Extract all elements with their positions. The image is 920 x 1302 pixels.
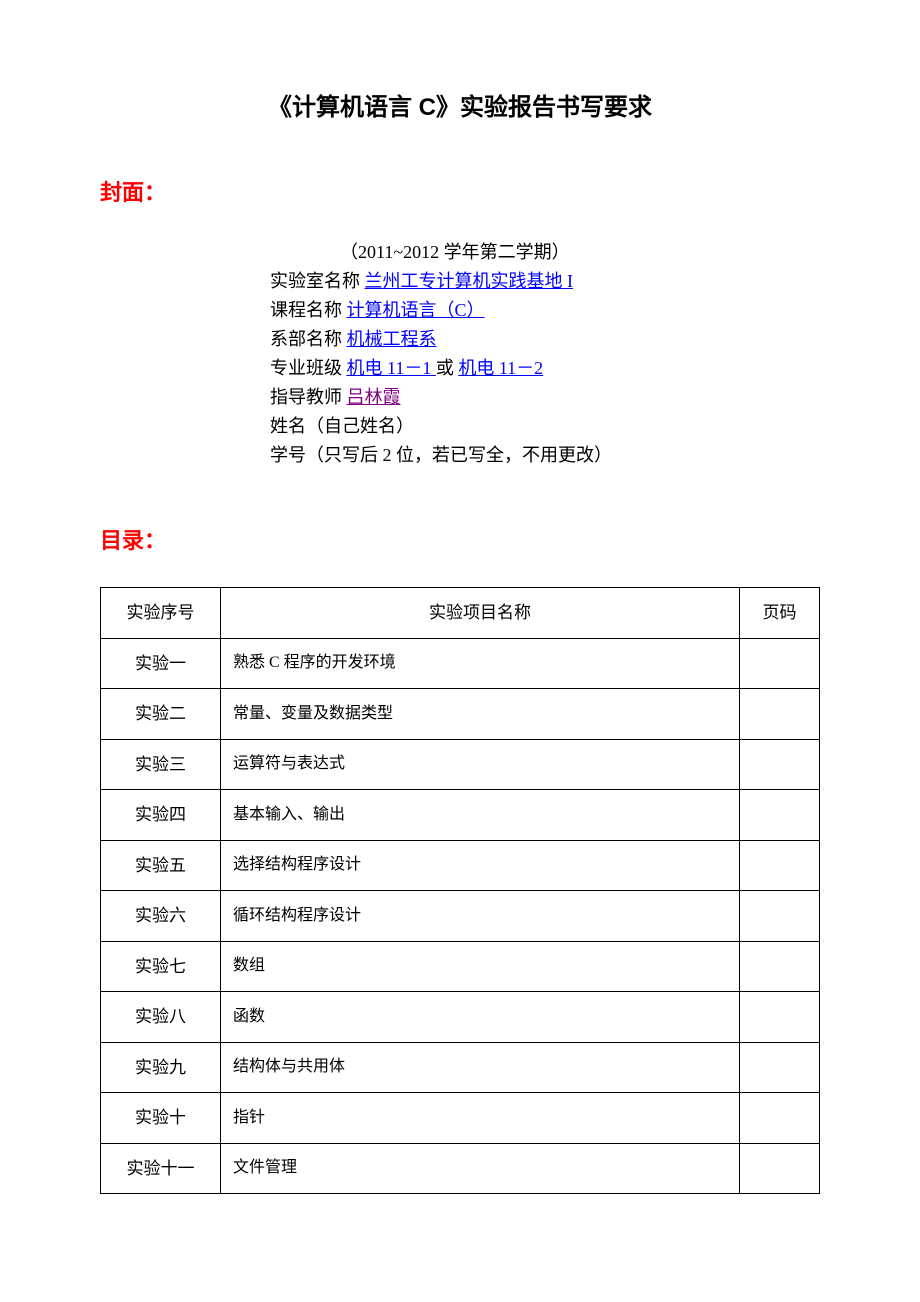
- cell-page: [740, 1093, 820, 1144]
- cell-page: [740, 840, 820, 891]
- course-label: 课程名称: [270, 300, 347, 320]
- header-seq: 实验序号: [101, 588, 221, 639]
- cell-seq: 实验二: [101, 689, 221, 740]
- toc-section-label: 目录：: [100, 524, 820, 557]
- cell-page: [740, 1042, 820, 1093]
- cell-seq: 实验十: [101, 1093, 221, 1144]
- dept-row: 系部名称 机械工程系: [270, 326, 820, 353]
- table-row: 实验十一 文件管理: [101, 1143, 820, 1194]
- cell-name: 文件管理: [221, 1143, 740, 1194]
- cell-name: 函数: [221, 992, 740, 1043]
- teacher-label: 指导教师: [270, 387, 347, 407]
- teacher-row: 指导教师 吕林霞: [270, 384, 820, 411]
- cell-name: 常量、变量及数据类型: [221, 689, 740, 740]
- table-row: 实验九 结构体与共用体: [101, 1042, 820, 1093]
- cover-info: （2011~2012 学年第二学期） 实验室名称 兰州工专计算机实践基地 I 课…: [270, 239, 820, 469]
- class-label: 专业班级: [270, 358, 347, 378]
- cell-seq: 实验三: [101, 739, 221, 790]
- table-row: 实验七 数组: [101, 941, 820, 992]
- cell-name: 结构体与共用体: [221, 1042, 740, 1093]
- lab-value-link[interactable]: 兰州工专计算机实践基地 I: [365, 271, 574, 291]
- cell-page: [740, 689, 820, 740]
- teacher-value-link[interactable]: 吕林霞: [347, 387, 401, 407]
- table-row: 实验八 函数: [101, 992, 820, 1043]
- cell-seq: 实验一: [101, 638, 221, 689]
- table-row: 实验五 选择结构程序设计: [101, 840, 820, 891]
- toc-table: 实验序号 实验项目名称 页码 实验一 熟悉 C 程序的开发环境 实验二 常量、变…: [100, 587, 820, 1194]
- dept-value-link[interactable]: 机械工程系: [347, 329, 437, 349]
- header-name: 实验项目名称: [221, 588, 740, 639]
- course-value-link[interactable]: 计算机语言（C）: [347, 300, 485, 320]
- cell-seq: 实验七: [101, 941, 221, 992]
- cell-name: 循环结构程序设计: [221, 891, 740, 942]
- class-row: 专业班级 机电 11－1 或 机电 11－2: [270, 355, 820, 382]
- class-or-text: 或: [436, 358, 459, 378]
- cell-page: [740, 891, 820, 942]
- cover-section-label: 封面：: [100, 176, 820, 209]
- cell-name: 选择结构程序设计: [221, 840, 740, 891]
- table-row: 实验六 循环结构程序设计: [101, 891, 820, 942]
- cell-name: 基本输入、输出: [221, 790, 740, 841]
- table-row: 实验三 运算符与表达式: [101, 739, 820, 790]
- cell-seq: 实验九: [101, 1042, 221, 1093]
- cell-seq: 实验四: [101, 790, 221, 841]
- cell-page: [740, 739, 820, 790]
- lab-row: 实验室名称 兰州工专计算机实践基地 I: [270, 268, 820, 295]
- cell-seq: 实验六: [101, 891, 221, 942]
- cell-seq: 实验十一: [101, 1143, 221, 1194]
- dept-label: 系部名称: [270, 329, 347, 349]
- class-value1-link[interactable]: 机电 11－1: [347, 358, 436, 378]
- cell-name: 指针: [221, 1093, 740, 1144]
- name-row: 姓名（自己姓名）: [270, 413, 820, 440]
- page-title: 《计算机语言 C》实验报告书写要求: [100, 90, 820, 126]
- table-row: 实验十 指针: [101, 1093, 820, 1144]
- table-row: 实验二 常量、变量及数据类型: [101, 689, 820, 740]
- cell-page: [740, 638, 820, 689]
- cell-name: 数组: [221, 941, 740, 992]
- cell-page: [740, 790, 820, 841]
- class-value2-link[interactable]: 机电 11－2: [458, 358, 543, 378]
- cell-page: [740, 941, 820, 992]
- lab-label: 实验室名称: [270, 271, 365, 291]
- cell-page: [740, 1143, 820, 1194]
- cell-name: 熟悉 C 程序的开发环境: [221, 638, 740, 689]
- table-header-row: 实验序号 实验项目名称 页码: [101, 588, 820, 639]
- course-row: 课程名称 计算机语言（C）: [270, 297, 820, 324]
- id-row: 学号（只写后 2 位，若已写全，不用更改）: [270, 442, 820, 469]
- table-row: 实验一 熟悉 C 程序的开发环境: [101, 638, 820, 689]
- cell-name: 运算符与表达式: [221, 739, 740, 790]
- table-row: 实验四 基本输入、输出: [101, 790, 820, 841]
- cell-page: [740, 992, 820, 1043]
- header-page: 页码: [740, 588, 820, 639]
- cell-seq: 实验八: [101, 992, 221, 1043]
- cell-seq: 实验五: [101, 840, 221, 891]
- semester-line: （2011~2012 学年第二学期）: [340, 239, 820, 266]
